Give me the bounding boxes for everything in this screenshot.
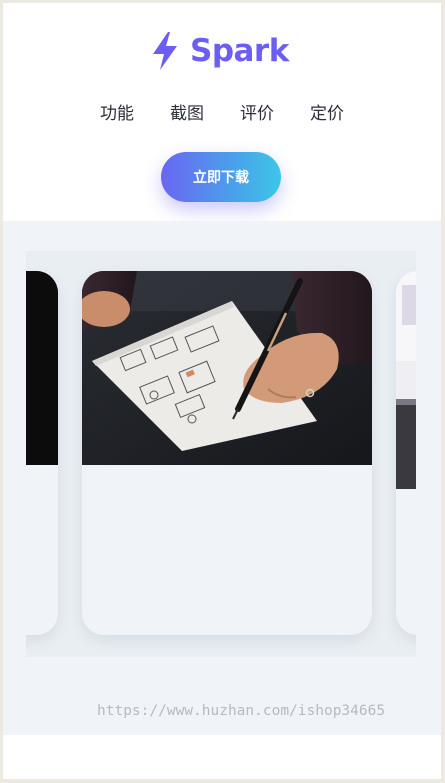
screenshot-gallery [3, 221, 441, 735]
main-nav: 功能 截图 评价 定价 [3, 99, 441, 129]
nav-item-reviews[interactable]: 评价 [240, 99, 274, 129]
carousel-track[interactable] [26, 251, 416, 657]
nav-item-features[interactable]: 功能 [100, 99, 134, 129]
nav-item-pricing[interactable]: 定价 [310, 99, 344, 129]
brand-logo[interactable]: Spark [148, 29, 289, 73]
brand-name: Spark [190, 33, 289, 69]
page-frame: Spark 功能 截图 评价 定价 立即下载 https://www.huzha… [3, 3, 441, 779]
carousel-card-previous[interactable] [26, 271, 58, 635]
site-header: Spark 功能 截图 评价 定价 立即下载 [3, 3, 441, 221]
carousel-card-next[interactable] [396, 271, 416, 635]
watermark-url: https://www.huzhan.com/ishop34665 [97, 703, 386, 719]
nav-item-screenshots[interactable]: 截图 [170, 99, 204, 129]
carousel-card-active[interactable] [82, 271, 372, 635]
download-button[interactable]: 立即下载 [161, 152, 281, 202]
dark-screenshot-image [26, 271, 58, 465]
lightning-bolt-icon [153, 32, 177, 70]
bottom-bar [3, 735, 441, 779]
app-screenshot-image [396, 271, 416, 489]
hand-sketching-wireframe-photo [82, 271, 372, 465]
